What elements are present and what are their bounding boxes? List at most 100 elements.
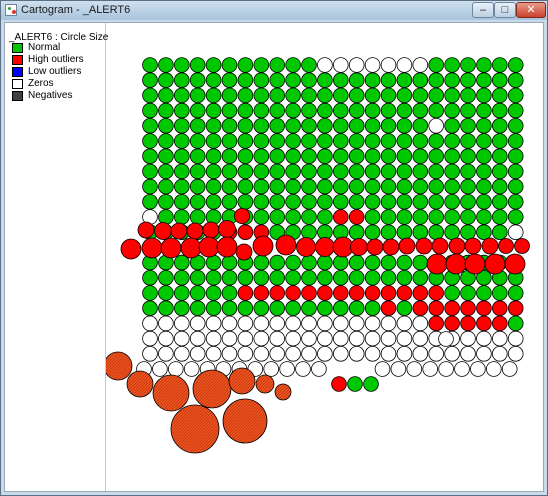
cartogram-circle[interactable]: [285, 345, 301, 362]
cartogram-circle[interactable]: [285, 118, 301, 134]
cartogram-circle[interactable]: [396, 270, 413, 286]
cartogram-circle[interactable]: [317, 345, 333, 362]
cartogram-circle[interactable]: [285, 178, 301, 195]
cartogram-circle[interactable]: [380, 345, 397, 362]
cartogram-circle[interactable]: [380, 57, 397, 73]
cartogram-circle[interactable]: [491, 285, 508, 301]
cartogram-large-circle[interactable]: [152, 374, 190, 412]
cartogram-circle[interactable]: [428, 315, 445, 332]
cartogram-circle[interactable]: [285, 194, 301, 210]
cartogram-circle[interactable]: [348, 300, 365, 317]
cartogram-circle[interactable]: [253, 133, 270, 149]
cartogram-circle[interactable]: [205, 87, 222, 104]
cartogram-circle[interactable]: [412, 315, 429, 332]
cartogram-circle[interactable]: [348, 224, 365, 241]
cartogram-circle[interactable]: [189, 330, 206, 347]
cartogram-circle[interactable]: [428, 102, 445, 119]
cartogram-circle[interactable]: [317, 315, 333, 332]
cartogram-circle[interactable]: [460, 57, 476, 73]
cartogram-circle[interactable]: [189, 315, 206, 332]
cartogram-circle[interactable]: [253, 209, 270, 225]
close-button[interactable]: ✕: [516, 2, 546, 18]
cartogram-circle[interactable]: [205, 148, 222, 164]
cartogram-circle[interactable]: [221, 72, 238, 88]
cartogram-circle[interactable]: [507, 87, 524, 104]
cartogram-circle[interactable]: [348, 178, 365, 195]
cartogram-circle[interactable]: [364, 118, 381, 134]
cartogram-circle[interactable]: [422, 361, 439, 377]
cartogram-circle[interactable]: [174, 315, 190, 332]
cartogram-circle[interactable]: [253, 194, 270, 210]
cartogram-circle[interactable]: [501, 361, 518, 377]
cartogram-circle[interactable]: [460, 194, 476, 210]
cartogram-circle[interactable]: [285, 285, 301, 301]
cartogram-circle[interactable]: [364, 178, 381, 195]
cartogram-circle[interactable]: [158, 345, 174, 362]
cartogram-circle[interactable]: [412, 87, 429, 104]
cartogram-circle[interactable]: [237, 163, 254, 180]
cartogram-circle[interactable]: [174, 209, 190, 225]
cartogram-circle[interactable]: [454, 361, 470, 377]
cartogram-circle[interactable]: [237, 57, 254, 73]
cartogram-circle[interactable]: [235, 243, 253, 261]
cartogram-circle[interactable]: [317, 285, 333, 301]
cartogram-circle[interactable]: [333, 300, 349, 317]
cartogram-circle[interactable]: [348, 345, 365, 362]
cartogram-circle[interactable]: [396, 72, 413, 88]
cartogram-circle[interactable]: [237, 118, 254, 134]
cartogram-circle[interactable]: [476, 209, 492, 225]
cartogram-circle[interactable]: [380, 102, 397, 119]
cartogram-circle[interactable]: [205, 330, 222, 347]
cartogram-circle[interactable]: [198, 236, 220, 258]
cartogram-circle[interactable]: [460, 224, 476, 241]
cartogram-circle[interactable]: [380, 300, 397, 317]
cartogram-circle[interactable]: [301, 194, 317, 210]
cartogram-circle[interactable]: [252, 235, 274, 257]
cartogram-circle[interactable]: [333, 209, 349, 225]
cartogram-circle[interactable]: [301, 163, 317, 180]
cartogram-circle[interactable]: [491, 315, 508, 332]
cartogram-map[interactable]: [106, 23, 544, 491]
cartogram-circle[interactable]: [269, 148, 286, 164]
cartogram-circle[interactable]: [269, 300, 286, 317]
cartogram-circle[interactable]: [317, 300, 333, 317]
cartogram-circle[interactable]: [504, 253, 526, 275]
cartogram-circle[interactable]: [428, 224, 445, 241]
cartogram-circle[interactable]: [301, 254, 317, 271]
cartogram-circle[interactable]: [507, 133, 524, 149]
cartogram-circle[interactable]: [237, 133, 254, 149]
cartogram-large-circle[interactable]: [106, 351, 133, 381]
cartogram-circle[interactable]: [142, 163, 158, 180]
cartogram-circle[interactable]: [221, 118, 238, 134]
cartogram-circle[interactable]: [317, 72, 333, 88]
cartogram-circle[interactable]: [311, 361, 327, 377]
cartogram-circle[interactable]: [333, 194, 349, 210]
cartogram-circle[interactable]: [464, 253, 486, 275]
cartogram-circle[interactable]: [348, 315, 365, 332]
cartogram-circle[interactable]: [445, 253, 467, 275]
cartogram-circle[interactable]: [476, 315, 492, 332]
cartogram-circle[interactable]: [269, 87, 286, 104]
cartogram-circle[interactable]: [426, 253, 448, 275]
cartogram-circle[interactable]: [269, 72, 286, 88]
cartogram-circle[interactable]: [396, 148, 413, 164]
cartogram-circle[interactable]: [218, 220, 236, 238]
cartogram-circle[interactable]: [364, 102, 381, 119]
cartogram-circle[interactable]: [444, 148, 460, 164]
cartogram-circle[interactable]: [396, 178, 413, 195]
cartogram-circle[interactable]: [253, 87, 270, 104]
cartogram-circle[interactable]: [301, 102, 317, 119]
cartogram-circle[interactable]: [364, 209, 381, 225]
cartogram-circle[interactable]: [174, 163, 190, 180]
cartogram-circle[interactable]: [253, 148, 270, 164]
cartogram-circle[interactable]: [154, 222, 172, 240]
cartogram-large-circle[interactable]: [274, 383, 292, 401]
cartogram-circle[interactable]: [253, 57, 270, 73]
cartogram-circle[interactable]: [412, 178, 429, 195]
cartogram-circle[interactable]: [174, 345, 190, 362]
cartogram-circle[interactable]: [253, 118, 270, 134]
cartogram-circle[interactable]: [460, 285, 476, 301]
cartogram-circle[interactable]: [158, 270, 174, 286]
cartogram-circle[interactable]: [301, 345, 317, 362]
cartogram-circle[interactable]: [158, 315, 174, 332]
